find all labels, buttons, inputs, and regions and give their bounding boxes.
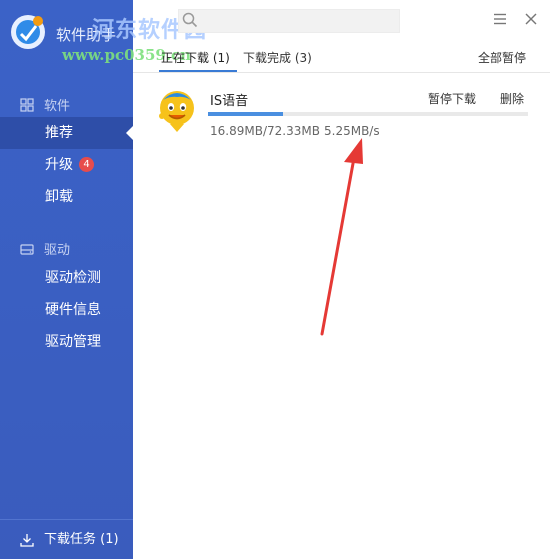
- close-icon[interactable]: [523, 11, 539, 27]
- section-software: 软件: [20, 95, 70, 114]
- sidebar-item-label: 驱动检测: [45, 270, 101, 286]
- grid-icon: [20, 97, 34, 112]
- sidebar-item-label: 升级: [45, 157, 73, 173]
- section-driver-label: 驱动: [44, 243, 71, 258]
- active-tab-indicator: [159, 70, 237, 72]
- download-task-button[interactable]: 下载任务 (1): [0, 519, 133, 559]
- sidebar-item-label: 硬件信息: [45, 302, 101, 318]
- menu-icon[interactable]: [492, 11, 508, 27]
- download-progress-fill: [208, 112, 283, 116]
- brand: 软件助手 河东软件园 www.pc0359.cn: [0, 0, 206, 76]
- hard-drive-icon: [20, 243, 34, 255]
- sidebar: 软件助手 河东软件园 www.pc0359.cn 软件 推荐 升级 4 卸载 驱动…: [0, 0, 206, 559]
- download-size: 16.89MB/72.33MB: [210, 124, 320, 138]
- sidebar-item-recommend[interactable]: 推荐: [0, 117, 133, 149]
- tab-downloading[interactable]: 正在下载 (1): [161, 49, 230, 66]
- sidebar-item-uninstall[interactable]: 卸载: [0, 181, 133, 213]
- sidebar-item-upgrade[interactable]: 升级 4: [0, 149, 133, 181]
- download-speed: 5.25MB/s: [324, 124, 380, 138]
- upgrade-count-badge: 4: [79, 156, 94, 172]
- download-icon: [20, 533, 34, 547]
- delete-download-button[interactable]: 删除: [500, 90, 524, 107]
- download-task-label: 下载任务 (1): [44, 531, 119, 547]
- is-voice-app-icon: [159, 91, 194, 132]
- pause-all-button[interactable]: 全部暂停: [478, 49, 526, 66]
- search-input[interactable]: [178, 9, 400, 33]
- tab-completed[interactable]: 下载完成 (3): [243, 49, 312, 66]
- search-icon[interactable]: [181, 11, 199, 29]
- sidebar-item-label: 驱动管理: [45, 334, 101, 350]
- section-driver: 驱动: [20, 239, 70, 258]
- pause-download-button[interactable]: 暂停下载: [428, 90, 476, 107]
- section-software-label: 软件: [44, 99, 71, 114]
- sidebar-item-driver-detect[interactable]: 驱动检测: [0, 262, 133, 294]
- download-progress-bar: [208, 112, 528, 116]
- download-tabs: 正在下载 (1) 下载完成 (3) 全部暂停: [133, 40, 550, 73]
- app-logo-icon: [11, 15, 45, 49]
- download-name: IS语音: [210, 94, 249, 109]
- sidebar-item-label: 推荐: [45, 125, 73, 141]
- sidebar-item-label: 卸载: [45, 189, 73, 205]
- sidebar-item-driver-manage[interactable]: 驱动管理: [0, 326, 133, 358]
- sidebar-item-hardware-info[interactable]: 硬件信息: [0, 294, 133, 326]
- annotation-arrow: [320, 138, 363, 336]
